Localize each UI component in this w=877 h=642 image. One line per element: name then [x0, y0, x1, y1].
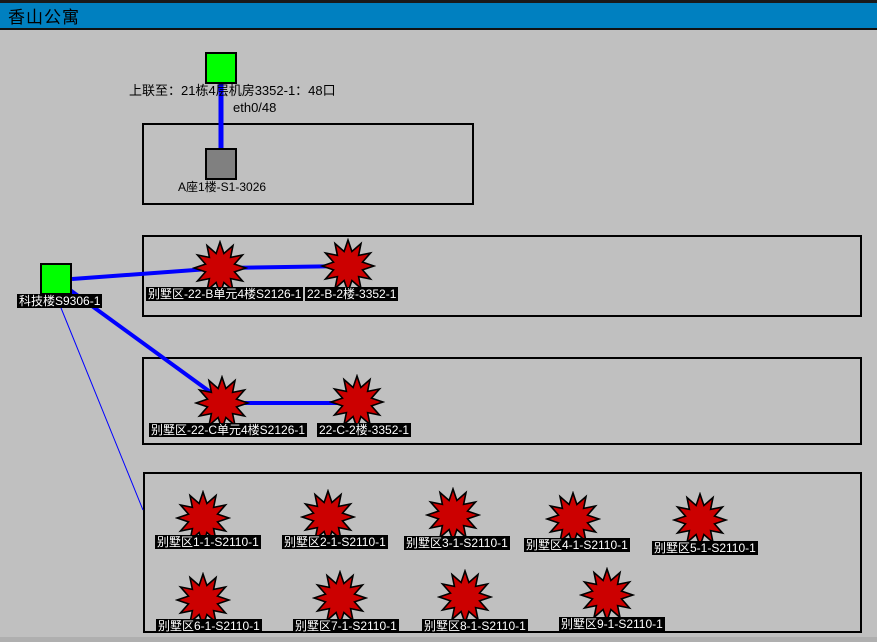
- node-star-22c-2f[interactable]: [329, 374, 385, 430]
- node-star-villa-9-1[interactable]: [579, 567, 635, 623]
- starburst-icon: [322, 240, 374, 292]
- device-label-villa-1-1[interactable]: 别墅区1-1-S2110-1: [155, 535, 261, 549]
- node-star-22b-2f[interactable]: [320, 238, 376, 294]
- device-label-villa-9-1[interactable]: 别墅区9-1-S2110-1: [559, 617, 665, 631]
- device-label-switch-a[interactable]: A座1楼-S1-3026: [178, 180, 266, 194]
- starburst-icon: [674, 494, 726, 546]
- window-titlebar: 香山公寓: [0, 3, 877, 30]
- link-tech-to-villa-area: [59, 303, 143, 510]
- starburst-icon: [581, 569, 633, 621]
- starburst-icon: [196, 377, 248, 429]
- device-label-villa-5-1[interactable]: 别墅区5-1-S2110-1: [652, 541, 758, 555]
- window-bottom-edge: [0, 637, 877, 642]
- uplink-annotation: 上联至：21栋4层机房3352-1：48口: [129, 84, 336, 98]
- topology-canvas: 香山公寓 上联至：21栋4层机房3352-1：48口 eth0/48 A座1楼-…: [0, 0, 877, 642]
- device-label-villa-8-1[interactable]: 别墅区8-1-S2110-1: [422, 619, 528, 633]
- device-label-tech-switch[interactable]: 科技楼S9306-1: [17, 294, 102, 308]
- device-label-villa-3-1[interactable]: 别墅区3-1-S2110-1: [404, 536, 510, 550]
- device-label-villa-4-1[interactable]: 别墅区4-1-S2110-1: [524, 538, 630, 552]
- device-label-villa-7-1[interactable]: 别墅区7-1-S2110-1: [293, 619, 399, 633]
- starburst-icon: [331, 376, 383, 428]
- node-switch-uplink[interactable]: [205, 52, 237, 84]
- port-label: eth0/48: [233, 101, 276, 115]
- device-label-22c-unit[interactable]: 别墅区-22-C单元4楼S2126-1: [149, 423, 307, 437]
- starburst-icon: [427, 489, 479, 541]
- node-star-villa-3-1[interactable]: [425, 487, 481, 543]
- device-label-villa-2-1[interactable]: 别墅区2-1-S2110-1: [282, 535, 388, 549]
- page-title: 香山公寓: [0, 3, 80, 28]
- device-label-22b-unit[interactable]: 别墅区-22-B单元4楼S2126-1: [146, 287, 303, 301]
- group-box-villa-22b: [142, 235, 862, 317]
- node-star-villa-7-1[interactable]: [312, 570, 368, 626]
- device-label-villa-6-1[interactable]: 别墅区6-1-S2110-1: [156, 619, 262, 633]
- starburst-icon: [439, 571, 491, 623]
- device-label-22c-2f[interactable]: 22-C-2楼-3352-1: [317, 423, 411, 437]
- node-switch-tech[interactable]: [40, 263, 72, 295]
- device-label-22b-2f[interactable]: 22-B-2楼-3352-1: [305, 287, 398, 301]
- node-switch-a[interactable]: [205, 148, 237, 180]
- starburst-icon: [314, 572, 366, 624]
- node-star-villa-8-1[interactable]: [437, 569, 493, 625]
- node-star-villa-5-1[interactable]: [672, 492, 728, 548]
